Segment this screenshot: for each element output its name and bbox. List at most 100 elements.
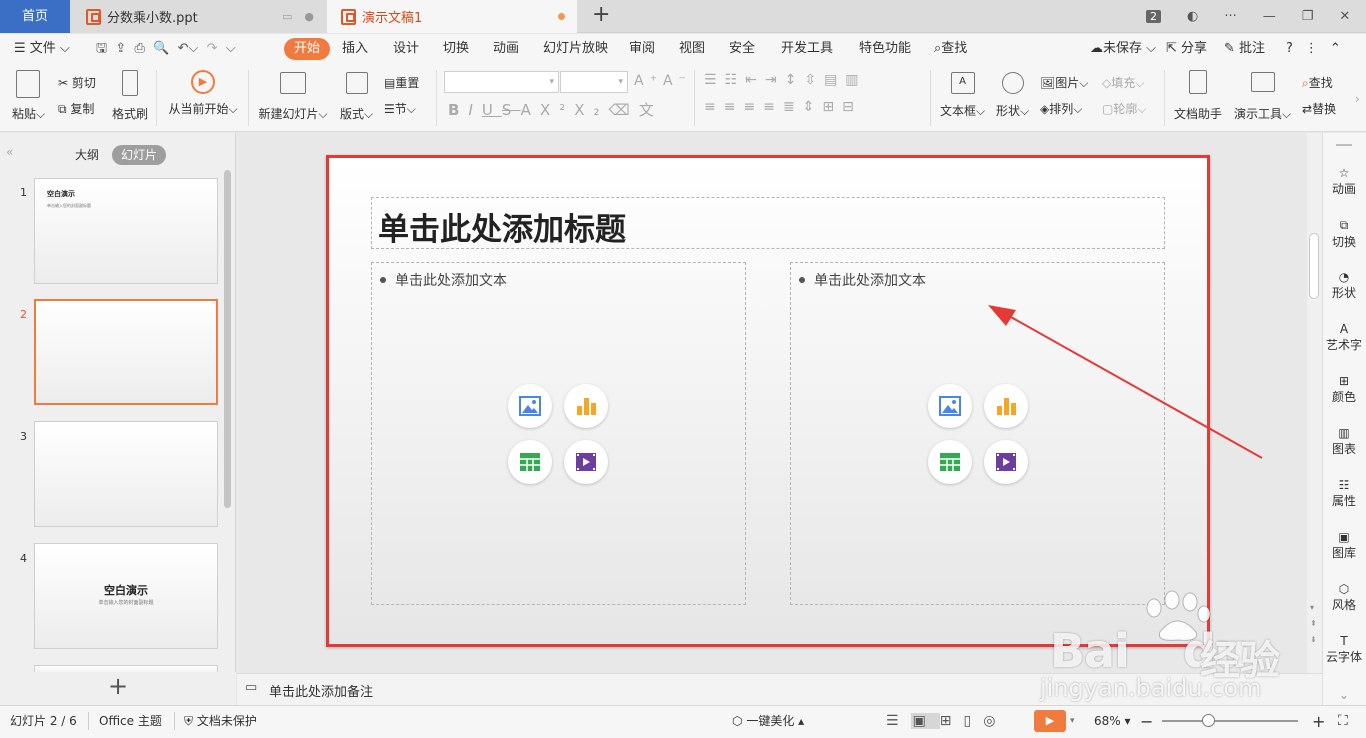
file-menu[interactable]: ☰ 文件 ⌵ (14, 34, 70, 64)
new-slide-button[interactable]: 新建幻灯片⌵ (258, 70, 328, 122)
sidebar-item-shape[interactable]: ◔ 形状 (1322, 270, 1366, 301)
reading-view-icon[interactable]: ▯ (964, 713, 984, 729)
zoom-level[interactable]: 68% ▾ (1094, 705, 1131, 738)
undo-icon[interactable]: ↶ (178, 41, 189, 56)
outline-button[interactable]: ▢轮廓⌵ (1102, 100, 1146, 117)
preview-icon[interactable]: 🔍 (153, 41, 169, 56)
fill-button[interactable]: ◇填充⌵ (1102, 74, 1144, 91)
normal-view-icon[interactable]: ▣ (910, 713, 940, 729)
canvas-scrollbar[interactable]: ▾ ⇞ ⇟ (1307, 133, 1322, 673)
prev-slide-icon[interactable]: ⇞ (1310, 619, 1317, 628)
play-from-current-button[interactable]: ▶ 从当前开始⌵ (168, 70, 238, 117)
tab-view[interactable]: 视图 (679, 34, 705, 64)
panel-scrollbar[interactable] (224, 170, 231, 508)
sidebar-item-transition[interactable]: ⧉ 切换 (1322, 218, 1366, 250)
layout-button[interactable]: 版式⌵ (340, 70, 373, 122)
sidebar-item-wordart[interactable]: A 艺术字 (1322, 322, 1366, 353)
zoom-slider-track[interactable] (1162, 720, 1298, 722)
align-text-icon[interactable]: ▤ (824, 72, 845, 88)
superscript-icon[interactable]: X² (540, 101, 574, 119)
sidebar-collapse-icon[interactable]: ⌄ (1322, 688, 1366, 702)
outline-tab[interactable]: 大纲 (66, 145, 108, 165)
insert-table-button[interactable] (508, 440, 552, 484)
tab-features[interactable]: 特色功能 (859, 34, 911, 64)
user-avatar-icon[interactable]: ◐ (1187, 9, 1198, 24)
phonetic-icon[interactable]: 文 (639, 101, 663, 119)
play-slideshow-button[interactable]: ▶ (1034, 710, 1066, 732)
grow-font-icon[interactable]: A⁺ (634, 73, 663, 89)
qat-more-icon[interactable]: ⌵ (226, 41, 236, 56)
zoom-out-icon[interactable]: − (1140, 705, 1153, 738)
tab-animation[interactable]: 动画 (493, 34, 519, 64)
help-icon[interactable]: ? (1286, 41, 1305, 56)
window-count-badge[interactable]: 2 (1146, 10, 1161, 23)
one-click-beautify-button[interactable]: ⬡ 一键美化 ▴ (732, 705, 804, 738)
picture-button[interactable]: 🖼图片⌵ (1040, 74, 1088, 91)
pin-icon[interactable]: ▭ (282, 10, 292, 23)
find-button[interactable]: ⌕查找 (1302, 74, 1333, 91)
sidebar-item-cloud-font[interactable]: T 云字体 (1322, 634, 1366, 665)
sidebar-item-gallery[interactable]: ▣ 图库 (1322, 530, 1366, 561)
shape-button[interactable]: 形状⌵ (996, 70, 1029, 119)
shrink-font-icon[interactable]: A⁻ (663, 73, 692, 89)
scroll-down-icon[interactable]: ▾ (1310, 603, 1314, 612)
insert-picture-button[interactable] (508, 384, 552, 428)
next-slide-icon[interactable]: ⇟ (1310, 635, 1317, 644)
textbox-button[interactable]: A 文本框⌵ (940, 70, 985, 119)
doc-helper-button[interactable]: 文档助手 (1174, 70, 1222, 122)
paste-button[interactable]: 粘贴⌵ (12, 70, 45, 122)
cloud-save-status[interactable]: ☁未保存 ⌵ (1090, 34, 1156, 64)
document-protection[interactable]: ⛨ 文档未保护 (184, 705, 257, 738)
title-placeholder[interactable]: 单击此处添加标题 (371, 197, 1165, 249)
doc-tab-fraction[interactable]: 分数乘小数.ppt ▭ ● (72, 0, 326, 33)
save-icon[interactable]: 🖫 (96, 41, 107, 56)
justify-icon[interactable]: ≡ (763, 99, 783, 115)
menu-more-icon[interactable]: ⋮ (1305, 41, 1330, 56)
slide-thumbnail-3[interactable] (34, 421, 218, 527)
slides-tab[interactable]: 幻灯片 (112, 145, 167, 165)
theme-name[interactable]: Office 主题 (99, 705, 162, 738)
restore-icon[interactable]: ❐ (1302, 9, 1314, 24)
slide-thumbnail-2[interactable] (34, 299, 218, 405)
more-icon[interactable]: ··· (1224, 9, 1236, 24)
font-size-select[interactable]: ▾ (560, 71, 628, 93)
convert-icon[interactable]: ⊟ (842, 99, 862, 115)
share-button[interactable]: ⇱ 分享 (1166, 34, 1207, 64)
text-direction-icon[interactable]: ⇳ (804, 72, 824, 88)
tab-review[interactable]: 审阅 (629, 34, 655, 64)
sidebar-item-style[interactable]: ⬡ 风格 (1322, 582, 1366, 613)
slide-thumbnail-1[interactable]: 空白演示 单击输入您的封面副标题 (34, 178, 218, 284)
sidebar-item-properties[interactable]: ☷ 属性 (1322, 478, 1366, 509)
strikethrough-icon[interactable]: S (502, 101, 521, 119)
smart-art-icon[interactable]: ⊞ (822, 99, 842, 115)
tab-transition[interactable]: 切换 (443, 34, 469, 64)
minimize-icon[interactable]: — (1263, 9, 1276, 24)
section-button[interactable]: ☰节⌵ (384, 100, 416, 117)
outdent-icon[interactable]: ⇥ (765, 72, 785, 88)
cut-button[interactable]: ✂ 剪切 (58, 74, 96, 91)
numbering-icon[interactable]: ☷ (725, 72, 746, 88)
tab-design[interactable]: 设计 (393, 34, 419, 64)
eraser-icon[interactable]: ⌫ (609, 101, 639, 119)
font-color-icon[interactable]: A (521, 101, 540, 119)
presenter-view-icon[interactable]: ◎ (983, 713, 1007, 729)
tab-home[interactable]: 开始 (284, 38, 331, 60)
print-icon[interactable]: ⎙ (135, 41, 145, 56)
tab-slideshow[interactable]: 幻灯片放映 (543, 34, 608, 64)
add-slide-plus-icon[interactable]: + (108, 672, 128, 700)
insert-table-button[interactable] (928, 440, 972, 484)
tab-security[interactable]: 安全 (729, 34, 755, 64)
bold-icon[interactable]: B (448, 101, 468, 119)
insert-video-button[interactable] (564, 440, 608, 484)
copy-button[interactable]: ⧉ 复制 (58, 100, 94, 117)
sidebar-item-animation[interactable]: ☆ 动画 (1322, 166, 1366, 197)
sidebar-item-chart[interactable]: ▥ 图表 (1322, 426, 1366, 457)
insert-picture-button[interactable] (928, 384, 972, 428)
export-icon[interactable]: ⇪ (115, 41, 126, 56)
zoom-slider-handle[interactable] (1202, 714, 1215, 727)
font-family-select[interactable]: ▾ (444, 71, 559, 93)
italic-icon[interactable]: I (468, 101, 481, 119)
subscript-icon[interactable]: X₂ (574, 101, 608, 119)
scroll-thumb[interactable] (1309, 233, 1319, 299)
insert-chart-button[interactable] (564, 384, 608, 428)
